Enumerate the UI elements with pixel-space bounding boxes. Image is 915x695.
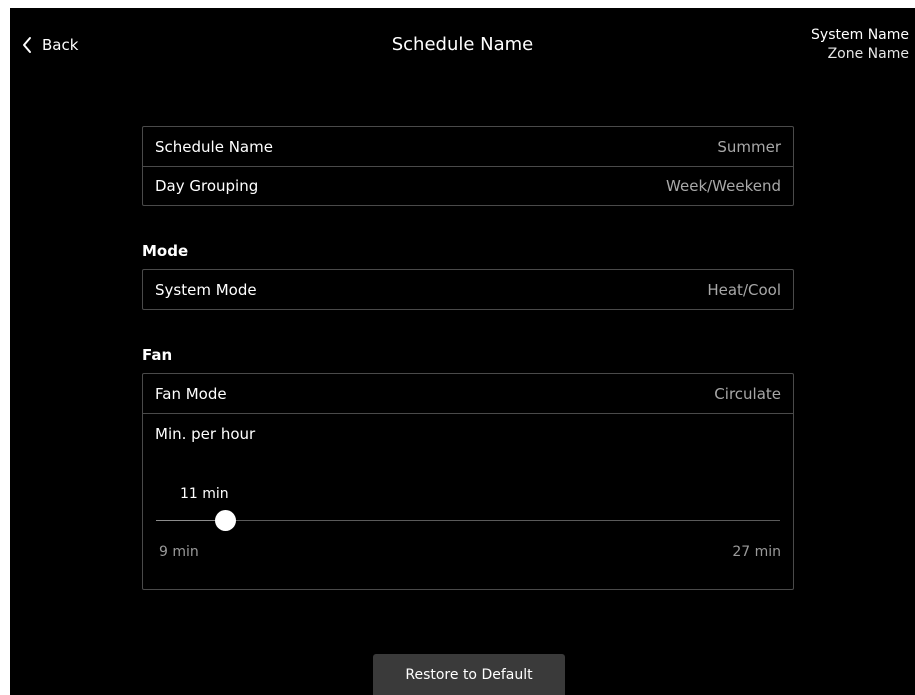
fan-circulation-slider: Min. per hour 11 min 9 min 27 min <box>143 413 793 589</box>
system-info: System Name Zone Name <box>811 26 909 64</box>
page-title: Schedule Name <box>391 34 534 55</box>
schedule-panel: Schedule Name Summer Day Grouping Week/W… <box>142 126 794 206</box>
mode-heading: Mode <box>142 242 189 260</box>
system-mode-row[interactable]: System Mode Heat/Cool <box>143 270 793 309</box>
slider-max-label: 27 min <box>732 544 781 560</box>
system-mode-value: Heat/Cool <box>707 280 781 299</box>
slider-thumb[interactable] <box>215 510 237 531</box>
day-grouping-value: Week/Weekend <box>666 177 781 195</box>
slider-min-label: 9 min <box>159 544 199 560</box>
day-grouping-label: Day Grouping <box>155 177 259 195</box>
system-mode-label: System Mode <box>155 280 257 299</box>
slider-current-value: 11 min <box>180 486 229 502</box>
schedule-name-label: Schedule Name <box>155 137 273 156</box>
restore-default-button[interactable]: Restore to Default <box>373 654 565 695</box>
system-name: System Name <box>811 27 909 43</box>
fan-heading: Fan <box>142 346 173 364</box>
fan-mode-label: Fan Mode <box>155 384 227 403</box>
slider-title: Min. per hour <box>155 425 256 443</box>
zone-name: Zone Name <box>827 46 909 62</box>
schedule-name-row[interactable]: Schedule Name Summer <box>143 127 793 166</box>
fan-panel: Fan Mode Circulate Min. per hour 11 min … <box>142 373 794 590</box>
schedule-name-value: Summer <box>717 137 781 156</box>
fan-mode-value: Circulate <box>714 384 781 403</box>
mode-panel: System Mode Heat/Cool <box>142 269 794 310</box>
fan-mode-row[interactable]: Fan Mode Circulate <box>143 374 793 413</box>
day-grouping-row[interactable]: Day Grouping Week/Weekend <box>143 166 793 205</box>
schedule-screen: Back Schedule Name System Name Zone Name… <box>10 8 915 695</box>
slider-track[interactable] <box>156 510 780 531</box>
